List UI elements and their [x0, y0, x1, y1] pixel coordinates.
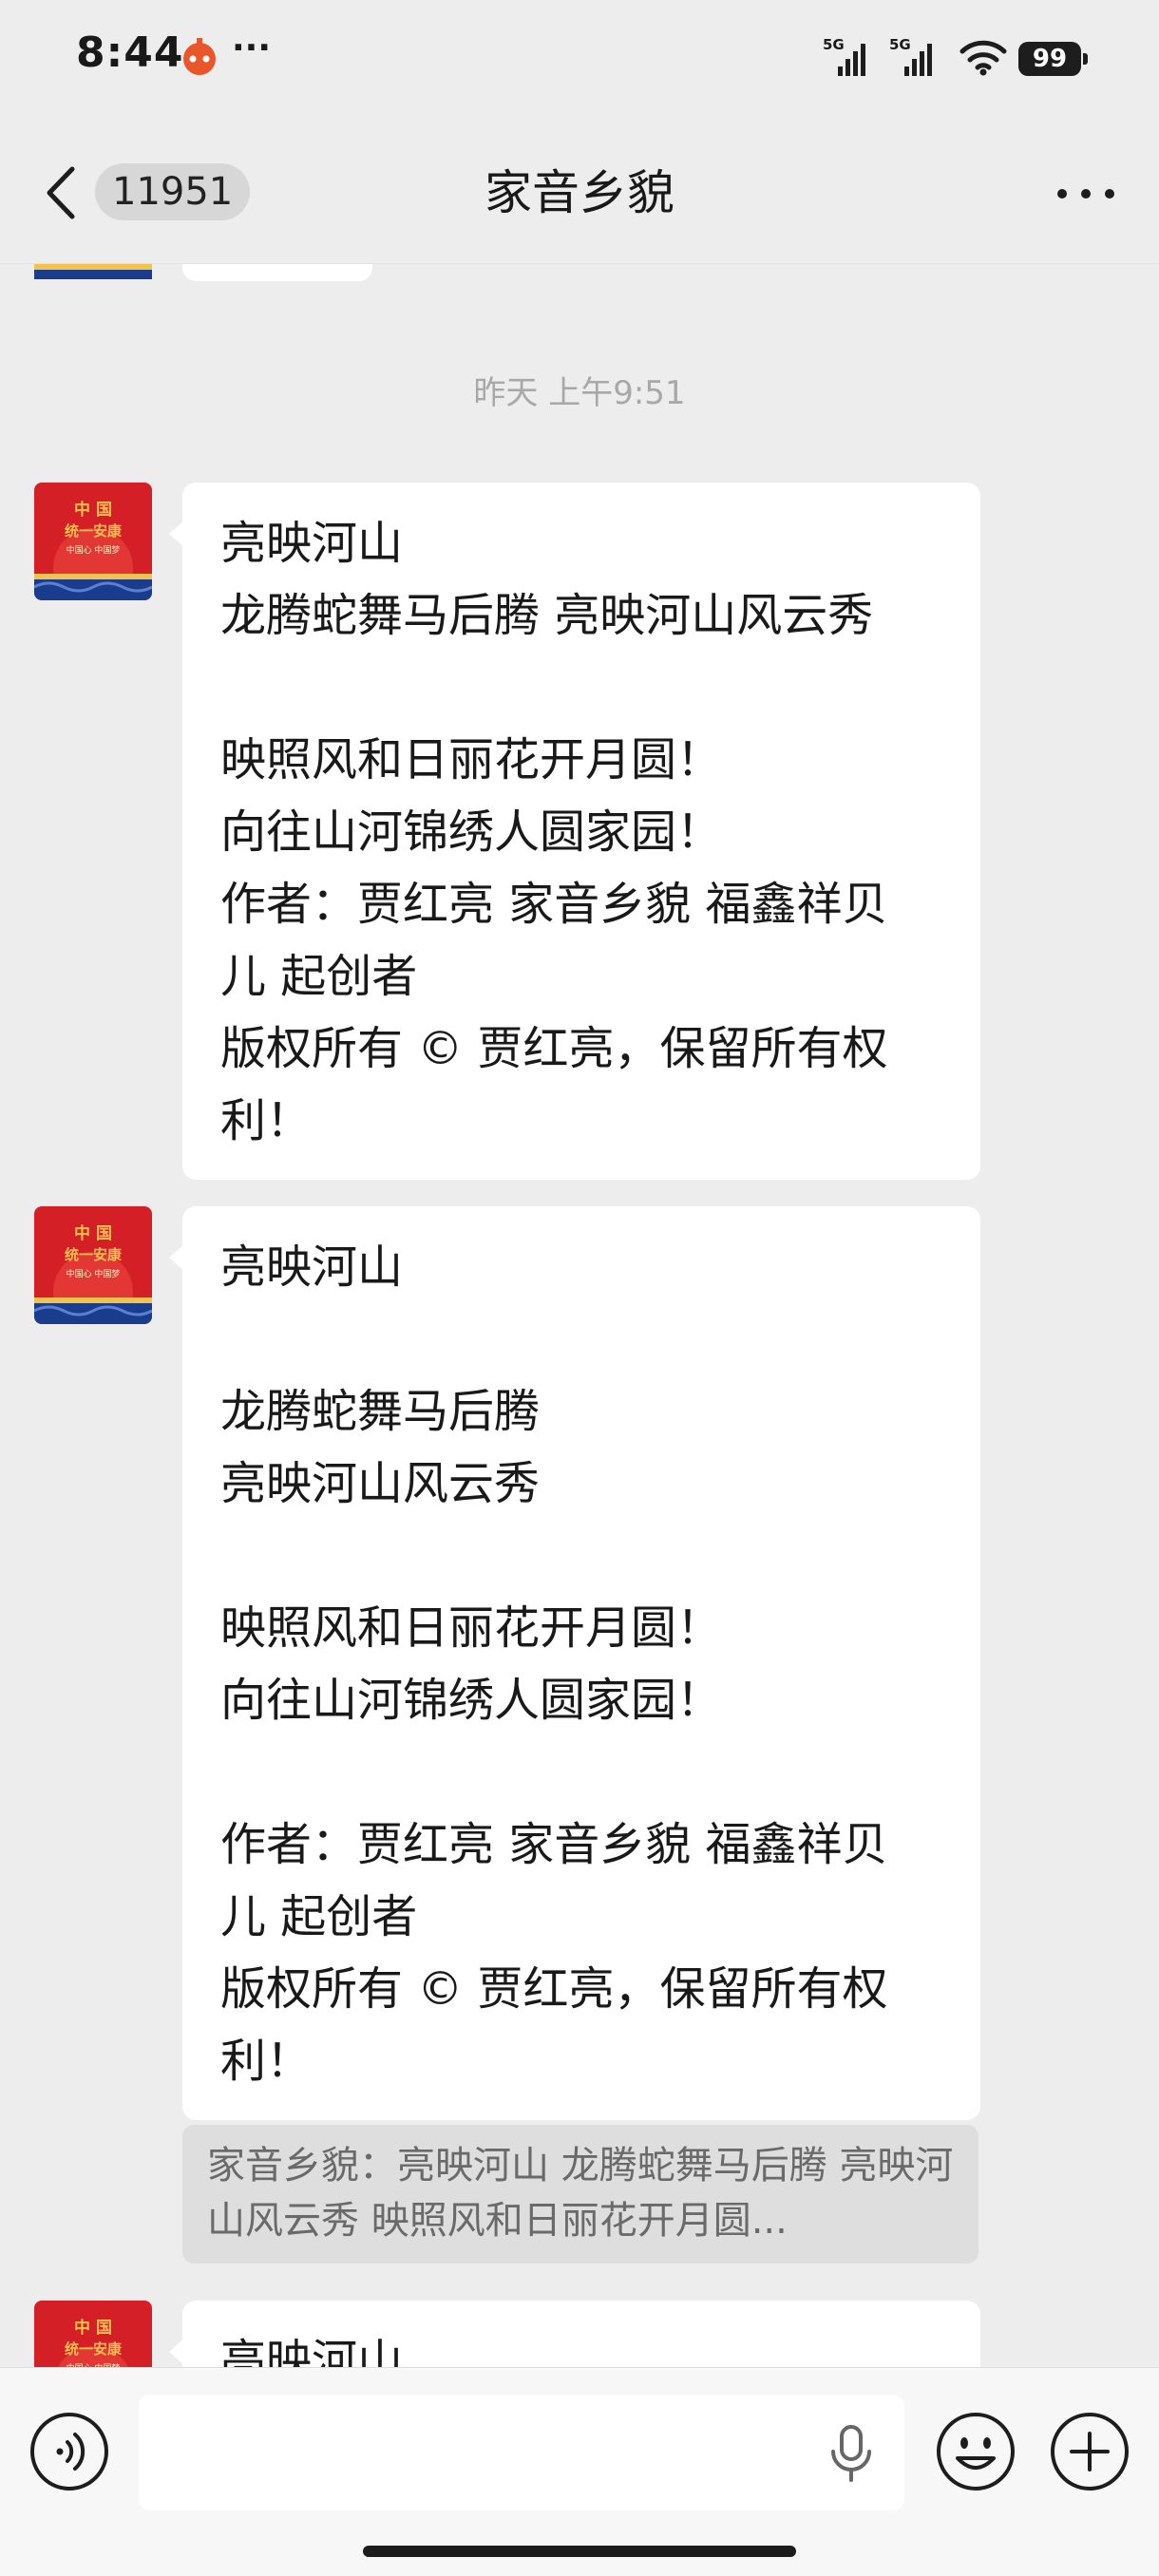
svg-text:中 国: 中 国 [74, 2318, 112, 2338]
avatar[interactable] [34, 264, 152, 279]
home-indicator[interactable] [363, 2546, 796, 2557]
wifi-icon [960, 40, 1007, 76]
emoji-icon[interactable] [935, 2411, 1016, 2492]
more-options-icon[interactable] [1054, 175, 1117, 213]
svg-text:中 国: 中 国 [74, 1223, 112, 1243]
svg-text:统一安康: 统一安康 [65, 1246, 123, 1263]
avatar[interactable]: 中 国 统一安康 中国心 中国梦 [34, 2301, 152, 2367]
battery-icon: 99 [1018, 42, 1088, 76]
message-bubble[interactable]: 亮映河山 龙腾蛇舞马后腾 亮映河山风云秀 映照风和日丽花开月圆！ 向往山河锦绣人… [169, 1206, 980, 2120]
chat-input-bar [0, 2367, 1159, 2576]
microphone-icon[interactable] [826, 2425, 876, 2482]
plus-icon[interactable] [1049, 2411, 1130, 2492]
message-bubble[interactable]: 亮映河山 龙腾蛇舞马后腾 亮映河山风云秀 映照风和日丽花开月圆！ 向往山河锦绣人… [169, 483, 980, 1180]
chat-title: 家音乡貌 [484, 165, 674, 220]
avatar[interactable]: 中 国 统一安康 中国心 中国梦 [34, 1206, 152, 1324]
status-more-icon: ··· [232, 28, 272, 67]
message-timestamp: 昨天 上午9:51 [473, 374, 686, 412]
svg-text:中国心 中国梦: 中国心 中国梦 [66, 544, 121, 556]
svg-text:中国心 中国梦: 中国心 中国梦 [66, 1268, 121, 1279]
svg-text:中 国: 中 国 [74, 500, 112, 520]
message-list[interactable]: 昨天 上午9:51 中 国 统一安康 中国心 中国梦 亮映河山 龙腾蛇舞马后腾 … [0, 264, 1159, 2367]
message-bubble[interactable] [182, 264, 372, 281]
status-bar: 8:44 ··· 5G 5G 99 [0, 0, 1159, 123]
voice-icon[interactable] [28, 2411, 110, 2492]
message-bubble[interactable]: 亮映河山 [169, 2301, 980, 2367]
avatar[interactable]: 中 国 统一安康 中国心 中国梦 [34, 483, 152, 600]
svg-text:统一安康: 统一安康 [65, 522, 123, 540]
message-input[interactable] [139, 2395, 904, 2510]
app-notification-icon [183, 38, 216, 75]
status-time: 8:44 [76, 28, 184, 77]
quoted-message[interactable]: 家音乡貌：亮映河山 龙腾蛇舞马后腾 亮映河山风云秀 映照风和日丽花开月圆... [182, 2125, 978, 2263]
svg-text:统一安康: 统一安康 [65, 2340, 123, 2358]
chat-header: 11951 家音乡貌 [0, 123, 1159, 264]
